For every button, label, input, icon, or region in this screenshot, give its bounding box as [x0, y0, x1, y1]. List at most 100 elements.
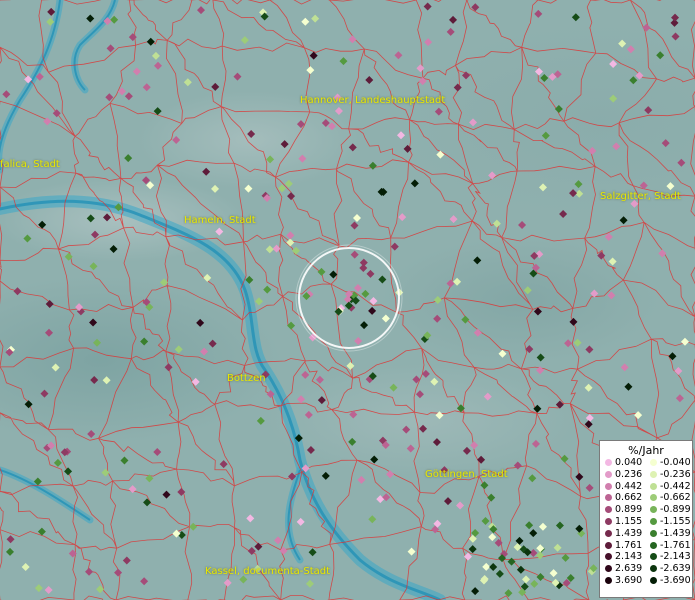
measurement-point[interactable]	[555, 521, 564, 530]
measurement-point[interactable]	[89, 262, 98, 271]
measurement-point[interactable]	[348, 35, 357, 44]
measurement-point[interactable]	[444, 497, 453, 506]
measurement-point[interactable]	[436, 150, 445, 159]
measurement-point[interactable]	[584, 383, 593, 392]
measurement-point[interactable]	[624, 382, 633, 391]
measurement-point[interactable]	[462, 446, 471, 455]
measurement-point[interactable]	[449, 15, 458, 24]
map-canvas[interactable]: Hannover, Landeshauptstadt falica, Stadt…	[0, 0, 695, 600]
measurement-point[interactable]	[585, 345, 594, 354]
measurement-point[interactable]	[106, 44, 115, 53]
measurement-point[interactable]	[350, 250, 359, 259]
measurement-point[interactable]	[634, 411, 643, 420]
measurement-point[interactable]	[219, 460, 228, 469]
measurement-point[interactable]	[378, 275, 387, 284]
measurement-point[interactable]	[306, 66, 315, 75]
measurement-point[interactable]	[609, 94, 618, 103]
measurement-point[interactable]	[642, 23, 651, 32]
measurement-point[interactable]	[535, 551, 544, 560]
measurement-point[interactable]	[215, 227, 224, 236]
measurement-point[interactable]	[574, 180, 583, 189]
measurement-point[interactable]	[287, 321, 296, 330]
measurement-point[interactable]	[272, 244, 281, 253]
measurement-point[interactable]	[353, 283, 362, 292]
measurement-point[interactable]	[498, 349, 507, 358]
measurement-point[interactable]	[208, 339, 217, 348]
measurement-point[interactable]	[525, 521, 534, 530]
measurement-point[interactable]	[233, 72, 242, 81]
measurement-point[interactable]	[483, 392, 492, 401]
measurement-point[interactable]	[280, 140, 289, 149]
measurement-point[interactable]	[430, 377, 439, 386]
measurement-point[interactable]	[507, 557, 516, 566]
measurement-point[interactable]	[304, 410, 313, 419]
measurement-point[interactable]	[34, 584, 43, 593]
measurement-point[interactable]	[368, 161, 377, 170]
measurement-point[interactable]	[416, 64, 425, 73]
measurement-point[interactable]	[397, 131, 406, 140]
measurement-point[interactable]	[666, 182, 675, 191]
measurement-point[interactable]	[469, 118, 478, 127]
measurement-point[interactable]	[661, 139, 670, 148]
measurement-point[interactable]	[317, 267, 326, 276]
measurement-point[interactable]	[361, 289, 370, 298]
measurement-point[interactable]	[415, 390, 424, 399]
measurement-point[interactable]	[350, 221, 359, 230]
measurement-point[interactable]	[453, 83, 462, 92]
measurement-point[interactable]	[473, 328, 482, 337]
measurement-point[interactable]	[554, 105, 563, 114]
measurement-point[interactable]	[64, 467, 73, 476]
measurement-point[interactable]	[329, 270, 338, 279]
measurement-point[interactable]	[101, 468, 110, 477]
measurement-point[interactable]	[274, 536, 283, 545]
measurement-point[interactable]	[477, 455, 486, 464]
measurement-point[interactable]	[89, 318, 98, 327]
measurement-point[interactable]	[518, 220, 527, 229]
measurement-point[interactable]	[435, 411, 444, 420]
measurement-point[interactable]	[164, 363, 173, 372]
measurement-point[interactable]	[492, 219, 501, 228]
measurement-point[interactable]	[44, 328, 53, 337]
measurement-point[interactable]	[203, 273, 212, 282]
measurement-point[interactable]	[301, 370, 310, 379]
measurement-point[interactable]	[47, 7, 56, 16]
measurement-point[interactable]	[200, 347, 209, 356]
measurement-point[interactable]	[680, 337, 689, 346]
measurement-point[interactable]	[306, 446, 315, 455]
measurement-point[interactable]	[620, 363, 629, 372]
measurement-point[interactable]	[154, 61, 163, 70]
measurement-point[interactable]	[534, 67, 543, 76]
measurement-point[interactable]	[677, 158, 686, 167]
measurement-point[interactable]	[540, 73, 549, 82]
measurement-point[interactable]	[360, 321, 369, 330]
measurement-point[interactable]	[612, 142, 621, 151]
measurement-point[interactable]	[528, 474, 537, 483]
measurement-point[interactable]	[559, 209, 568, 218]
measurement-point[interactable]	[21, 563, 30, 572]
measurement-point[interactable]	[53, 458, 62, 467]
measurement-point[interactable]	[114, 568, 123, 577]
measurement-point[interactable]	[246, 514, 255, 523]
measurement-point[interactable]	[381, 314, 390, 323]
measurement-point[interactable]	[446, 279, 455, 288]
measurement-point[interactable]	[87, 429, 96, 438]
measurement-point[interactable]	[368, 515, 377, 524]
measurement-point[interactable]	[86, 214, 95, 223]
measurement-point[interactable]	[162, 490, 171, 499]
measurement-point[interactable]	[124, 92, 133, 101]
measurement-point[interactable]	[658, 249, 667, 258]
measurement-point[interactable]	[523, 286, 532, 295]
measurement-point[interactable]	[471, 587, 480, 596]
measurement-point[interactable]	[339, 57, 348, 66]
measurement-point[interactable]	[93, 338, 102, 347]
measurement-point[interactable]	[675, 394, 684, 403]
measurement-point[interactable]	[433, 314, 442, 323]
measurement-point[interactable]	[433, 295, 442, 304]
measurement-point[interactable]	[418, 77, 427, 86]
measurement-point[interactable]	[244, 184, 253, 193]
measurement-point[interactable]	[140, 337, 149, 346]
measurement-point[interactable]	[120, 456, 129, 465]
measurement-point[interactable]	[266, 155, 275, 164]
measurement-point[interactable]	[172, 136, 181, 145]
measurement-point[interactable]	[480, 481, 489, 490]
